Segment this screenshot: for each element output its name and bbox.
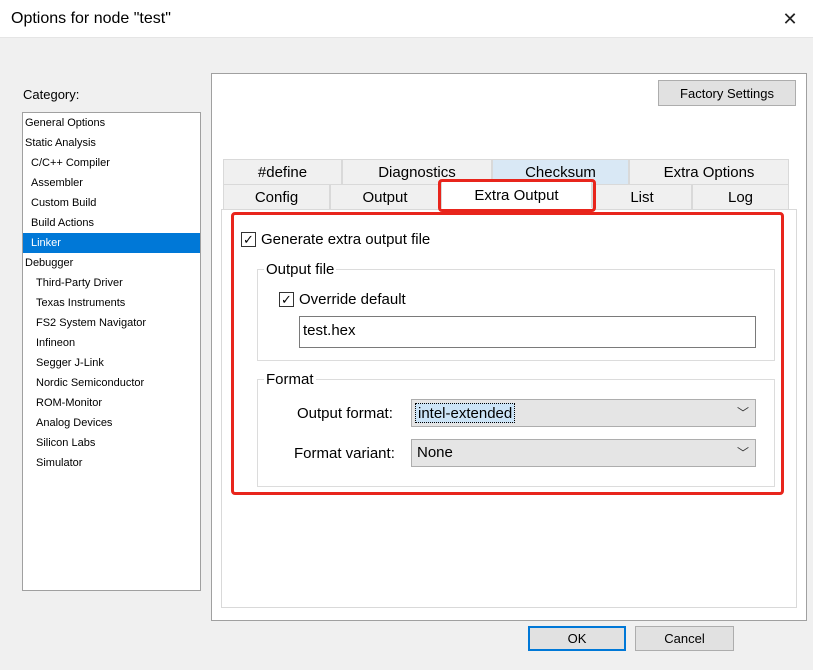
cancel-button[interactable]: Cancel: [635, 626, 734, 651]
tab-output[interactable]: Output: [330, 184, 440, 210]
category-item-texas-instruments[interactable]: Texas Instruments: [23, 293, 200, 313]
tab-define[interactable]: #define: [223, 159, 342, 185]
tab-extra-options[interactable]: Extra Options: [629, 159, 789, 185]
format-group-title: Format: [264, 371, 316, 388]
ok-button[interactable]: OK: [528, 626, 626, 651]
window-title: Options for node "test": [11, 10, 171, 27]
chevron-down-icon: ﹀: [736, 446, 749, 460]
output-format-label: Output format:: [297, 405, 393, 422]
category-item-c-cpp-compiler[interactable]: C/C++ Compiler: [23, 153, 200, 173]
category-item-third-party-driver[interactable]: Third-Party Driver: [23, 273, 200, 293]
category-item-linker[interactable]: Linker: [23, 233, 200, 253]
close-icon[interactable]: ✕: [767, 0, 813, 38]
output-format-select[interactable]: intel-extended ﹀: [411, 399, 756, 427]
category-item-build-actions[interactable]: Build Actions: [23, 213, 200, 233]
category-label: Category:: [23, 87, 80, 102]
category-item-nordic-semiconductor[interactable]: Nordic Semiconductor: [23, 373, 200, 393]
tab-list[interactable]: List: [592, 184, 692, 210]
output-filename-field[interactable]: test.hex: [299, 316, 756, 348]
output-format-value: intel-extended: [415, 403, 516, 423]
override-default-checkbox[interactable]: ✓: [279, 292, 294, 307]
title-bar: Options for node "test" ✕: [0, 0, 813, 38]
category-item-silicon-labs[interactable]: Silicon Labs: [23, 433, 200, 453]
format-variant-value: None: [417, 444, 453, 461]
category-item-debugger[interactable]: Debugger: [23, 253, 200, 273]
category-list[interactable]: General Options Static Analysis C/C++ Co…: [22, 112, 201, 591]
category-item-general-options[interactable]: General Options: [23, 113, 200, 133]
category-item-rom-monitor[interactable]: ROM-Monitor: [23, 393, 200, 413]
category-item-custom-build[interactable]: Custom Build: [23, 193, 200, 213]
tab-extra-output[interactable]: Extra Output: [441, 181, 592, 208]
category-item-static-analysis[interactable]: Static Analysis: [23, 133, 200, 153]
category-item-segger-jlink[interactable]: Segger J-Link: [23, 353, 200, 373]
override-default-label: Override default: [299, 291, 406, 308]
chevron-down-icon: ﹀: [736, 406, 749, 420]
category-item-infineon[interactable]: Infineon: [23, 333, 200, 353]
format-group: [257, 379, 775, 487]
factory-settings-button[interactable]: Factory Settings: [658, 80, 796, 106]
category-item-simulator[interactable]: Simulator: [23, 453, 200, 473]
category-item-fs2-system-navigator[interactable]: FS2 System Navigator: [23, 313, 200, 333]
generate-extra-output-label: Generate extra output file: [261, 231, 431, 248]
tab-config[interactable]: Config: [223, 184, 330, 210]
category-item-assembler[interactable]: Assembler: [23, 173, 200, 193]
format-variant-label: Format variant:: [294, 445, 395, 462]
format-variant-select[interactable]: None ﹀: [411, 439, 756, 467]
tab-log[interactable]: Log: [692, 184, 789, 210]
output-file-group-title: Output file: [264, 261, 337, 278]
generate-extra-output-checkbox[interactable]: ✓: [241, 232, 256, 247]
category-item-analog-devices[interactable]: Analog Devices: [23, 413, 200, 433]
